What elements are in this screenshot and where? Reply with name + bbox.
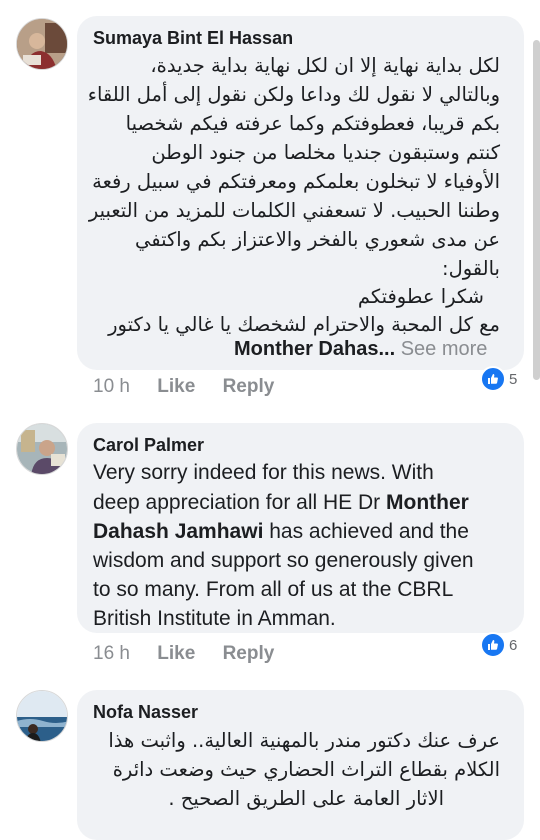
reaction-summary[interactable]: 5 xyxy=(480,366,517,392)
scrollbar[interactable] xyxy=(533,40,540,380)
reaction-summary[interactable]: 6 xyxy=(480,632,517,658)
comment-text-line: British Institute in Amman. xyxy=(93,607,336,631)
comment-author[interactable]: Carol Palmer xyxy=(93,435,204,456)
comment-text-line: بالقول: xyxy=(442,257,500,280)
mention-line: Monther Dahas... See more xyxy=(234,338,487,361)
avatar-photo xyxy=(17,424,67,474)
reply-button[interactable]: Reply xyxy=(223,643,275,664)
avatar-photo xyxy=(17,691,67,741)
comment-text-line: الاثار العامة على الطريق الصحيح . xyxy=(168,787,444,810)
comment-bubble-3: Nofa Nasser عرف عنك دكتور مندر بالمهنية … xyxy=(77,690,524,840)
comment-meta: 10 h Like Reply xyxy=(93,376,274,398)
reaction-count: 6 xyxy=(509,636,518,654)
comment-text-line: عن مدى شعوري بالفخر والاعتزاز بكم واكتفي xyxy=(135,228,500,251)
comment-text-line: عرف عنك دكتور مندر بالمهنية العالية.. وا… xyxy=(108,729,500,752)
thumbs-up-icon xyxy=(480,366,506,392)
comment-author[interactable]: Nofa Nasser xyxy=(93,702,198,723)
like-button[interactable]: Like xyxy=(157,376,195,397)
comment-text: deep appreciation for all HE Dr xyxy=(93,491,386,514)
comment-text-line: to so many. From all of us at the CBRL xyxy=(93,578,453,602)
comment-time[interactable]: 10 h xyxy=(93,376,130,397)
comment-text-line: بكم قريبا، فعطوفتكم وكما عرفته فيكم شخصي… xyxy=(125,112,500,135)
thumbs-up-icon xyxy=(480,632,506,658)
comment-text: has achieved and the xyxy=(263,520,469,543)
comment-time[interactable]: 16 h xyxy=(93,643,130,664)
avatar-nofa[interactable] xyxy=(16,690,68,742)
comment-text-line: الأوفياء لا تبخلون بعلمكم ومعرفتكم في سب… xyxy=(92,170,500,193)
reaction-count: 5 xyxy=(509,370,518,388)
comment-text-line: deep appreciation for all HE Dr Monther xyxy=(93,491,469,515)
comment-bubble-2: Carol Palmer Very sorry indeed for this … xyxy=(77,423,524,633)
comment-text-line: لكل بداية نهاية إلا ان لكل نهاية بداية ج… xyxy=(150,54,500,77)
comment-text-line: وبالتالي لا نقول لك وداعا ولكن نقول إلى … xyxy=(87,83,500,106)
comment-text-line: مع كل المحبة والاحترام لشخصك يا غالي يا … xyxy=(108,313,500,336)
comment-text: British Institute in Amman. xyxy=(93,607,336,630)
comment-author[interactable]: Sumaya Bint El Hassan xyxy=(93,28,293,49)
comment-text-line: شكرا عطوفتكم xyxy=(357,285,484,308)
reply-button[interactable]: Reply xyxy=(223,376,275,397)
comment-text-line: wisdom and support so generously given xyxy=(93,549,474,573)
comment-text: wisdom and support so generously given xyxy=(93,549,474,572)
mention-link[interactable]: Monther xyxy=(386,491,469,514)
comment-text: to so many. From all of us at the CBRL xyxy=(93,578,454,601)
comment-text-line: كنتم وستبقون جنديا مخلصا من جنود الوطن xyxy=(151,141,500,164)
comment-text: Very sorry indeed for this news. With xyxy=(93,461,434,484)
avatar-sumaya[interactable] xyxy=(16,18,68,70)
avatar-carol[interactable] xyxy=(16,423,68,475)
comment-bubble-1: Sumaya Bint El Hassan لكل بداية نهاية إل… xyxy=(77,16,524,370)
comment-meta: 16 h Like Reply xyxy=(93,643,274,665)
see-more-link[interactable]: See more xyxy=(401,338,488,360)
like-button[interactable]: Like xyxy=(157,643,195,664)
comment-text-line: Dahash Jamhawi has achieved and the xyxy=(93,520,469,544)
comment-text-line: وطننا الحبيب. لا تسعفني الكلمات للمزيد م… xyxy=(88,199,500,222)
avatar-photo xyxy=(17,19,67,69)
comment-text-line: Very sorry indeed for this news. With xyxy=(93,461,434,485)
mention-link[interactable]: Monther Dahas... xyxy=(234,338,395,360)
comment-text-line: الكلام بقطاع التراث الحضاري حيث وضعت دائ… xyxy=(112,758,500,781)
mention-link[interactable]: Dahash Jamhawi xyxy=(93,520,263,543)
